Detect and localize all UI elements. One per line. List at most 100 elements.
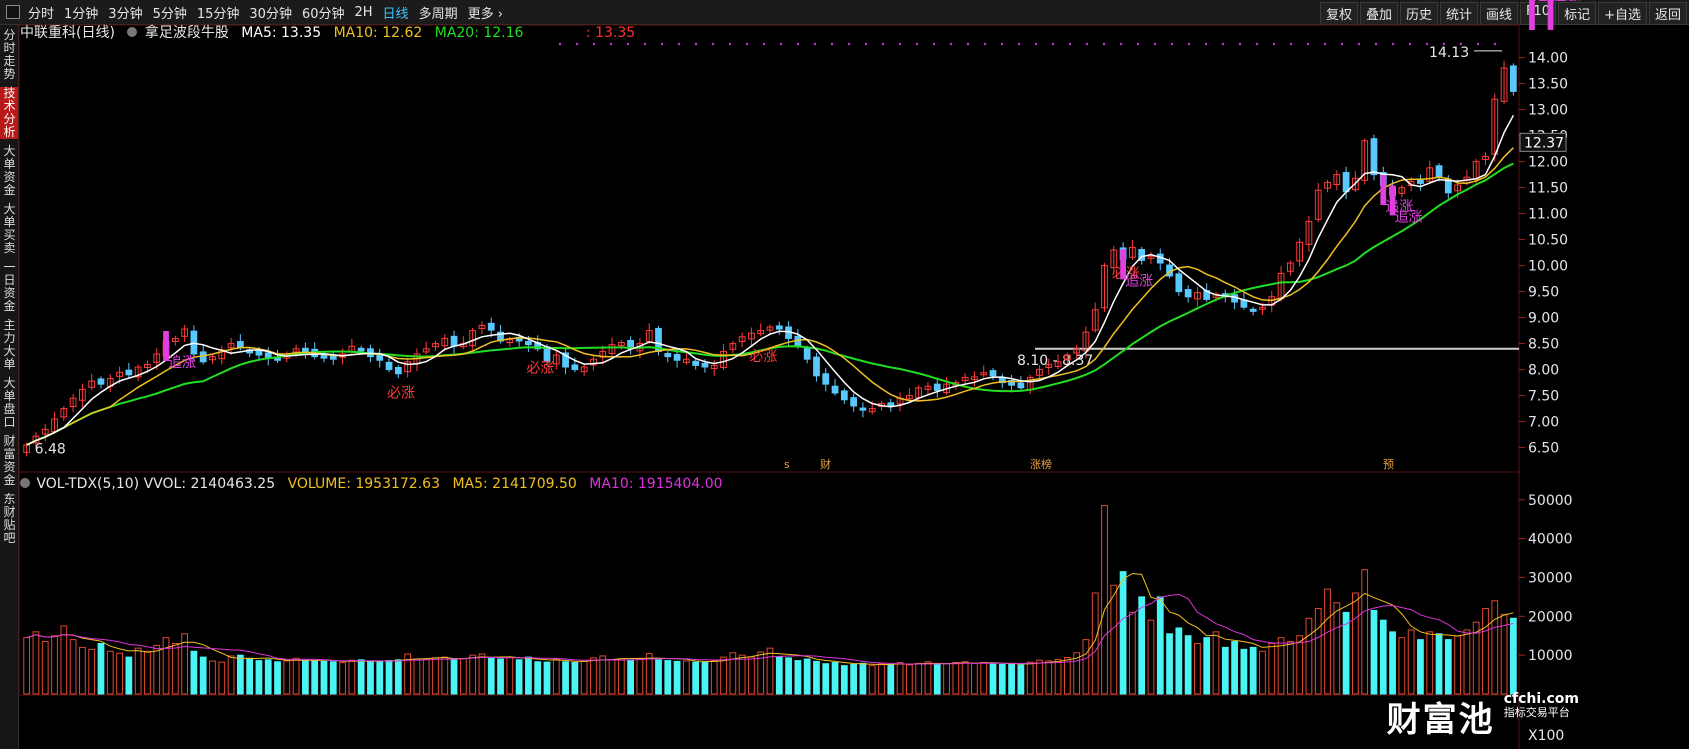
signal-dot	[677, 42, 681, 46]
volume-bar	[1417, 639, 1424, 695]
signal-dot	[898, 42, 902, 46]
volume-bar	[450, 659, 458, 695]
volume-bar	[1379, 619, 1387, 695]
volume-bar	[32, 631, 40, 695]
signal-dot	[1068, 42, 1072, 46]
volume-bar	[1156, 596, 1164, 695]
volume-bar	[1166, 633, 1173, 695]
signal-dot	[796, 42, 800, 46]
volume-bar	[645, 653, 653, 695]
price-tick-label: 7.00	[1528, 415, 1559, 431]
watermark-brand: 财富池	[1386, 700, 1495, 740]
volume-bar	[655, 659, 662, 695]
signal-dot	[983, 42, 987, 46]
candle-body	[394, 367, 402, 375]
volume-bar	[292, 657, 300, 695]
volume-bar	[329, 661, 337, 695]
volume-bar	[924, 661, 932, 695]
volume-bar	[413, 658, 421, 695]
signal-dot	[1000, 42, 1004, 46]
zhuizhang-label: 追涨	[168, 355, 196, 371]
chevron-down-icon[interactable]	[127, 27, 138, 37]
candle-body	[302, 347, 309, 352]
vvol-value: VOL-TDX(5,10) VVOL: 2140463.25	[36, 476, 276, 492]
volume-bar	[348, 659, 356, 695]
signal-dot	[1238, 42, 1242, 46]
volume-bar	[961, 661, 969, 695]
volume-bar	[23, 637, 31, 695]
volume-bar	[748, 656, 755, 695]
extra-value: : 13.35	[585, 25, 636, 41]
price-tick-label: 8.50	[1528, 337, 1559, 353]
volume-bar	[1212, 631, 1220, 695]
volume-bar	[162, 637, 170, 695]
volume-bar	[543, 661, 551, 695]
signal-dot	[1017, 42, 1021, 46]
vol-ma5-value: MA5: 2141709.50	[452, 476, 577, 492]
watermark-slogan: 指标交易平台	[1503, 706, 1570, 719]
signal-dot	[711, 42, 715, 46]
volume-bar	[738, 654, 746, 695]
ma10-line	[26, 147, 1514, 446]
volume-bar	[571, 662, 579, 695]
candle-body	[664, 352, 672, 358]
candle-body	[887, 402, 895, 407]
signal-dot	[1119, 42, 1123, 46]
signal-dot	[864, 42, 868, 46]
stock-title: 中联重科(日线)	[20, 25, 115, 41]
candle-body	[692, 360, 700, 366]
volume-bar	[1119, 571, 1127, 695]
signal-dot	[1391, 42, 1395, 46]
signal-dot	[745, 42, 749, 46]
volume-bar	[302, 659, 309, 695]
volume-bar	[692, 661, 700, 695]
signal-dot	[847, 42, 851, 46]
volume-bar	[394, 659, 402, 695]
volume-bar	[106, 650, 114, 695]
volume-bar	[636, 657, 644, 695]
zhuizhang-label: 追涨	[1553, 0, 1581, 4]
volume-bar	[1240, 648, 1248, 695]
volume-tick-label: 20000	[1528, 609, 1573, 625]
signal-dot	[1408, 42, 1412, 46]
signal-dot	[1255, 42, 1259, 46]
volume-bar	[933, 663, 941, 695]
price-tick-label: 8.00	[1528, 363, 1559, 379]
volume-bar	[710, 660, 718, 695]
volume-bar	[590, 657, 597, 695]
indicator-name[interactable]: 拿足波段牛股	[145, 25, 229, 41]
signal-dot	[609, 42, 613, 46]
volume-bar	[1314, 608, 1322, 695]
volume-bar	[1036, 659, 1043, 695]
candle-body	[385, 361, 393, 371]
candle-body	[1435, 165, 1443, 178]
signal-dot	[1136, 42, 1140, 46]
volume-bar	[905, 664, 913, 695]
volume-bar	[506, 656, 514, 695]
volume-bar	[1454, 635, 1461, 695]
chevron-down-icon[interactable]	[20, 478, 30, 488]
candle-body	[1017, 382, 1025, 389]
bizhang-label: 必涨	[749, 349, 777, 365]
candle-body	[859, 407, 867, 411]
volume-bar	[209, 660, 216, 695]
volume-bar	[1249, 646, 1257, 695]
volume-bar	[97, 643, 105, 695]
volume-bar	[264, 659, 272, 695]
candle-body	[831, 385, 839, 394]
volume-bar	[915, 662, 923, 695]
volume-bar	[469, 654, 477, 695]
kline-chart[interactable]: 14.0013.5013.0012.5012.0011.5011.0010.50…	[0, 0, 1689, 749]
volume-bar	[534, 661, 542, 695]
volume-tick-label: 30000	[1528, 570, 1573, 586]
volume-panel-frame	[18, 471, 1520, 696]
candle-body	[673, 354, 681, 361]
volume-bar	[952, 662, 960, 695]
volume-bar	[385, 660, 393, 695]
signal-dot	[1425, 42, 1429, 46]
volume-bar	[1221, 646, 1229, 695]
volume-bar	[1045, 660, 1053, 695]
candle-body	[989, 370, 997, 377]
price-tick-label: 9.00	[1528, 311, 1559, 327]
ma20-line	[26, 162, 1514, 446]
